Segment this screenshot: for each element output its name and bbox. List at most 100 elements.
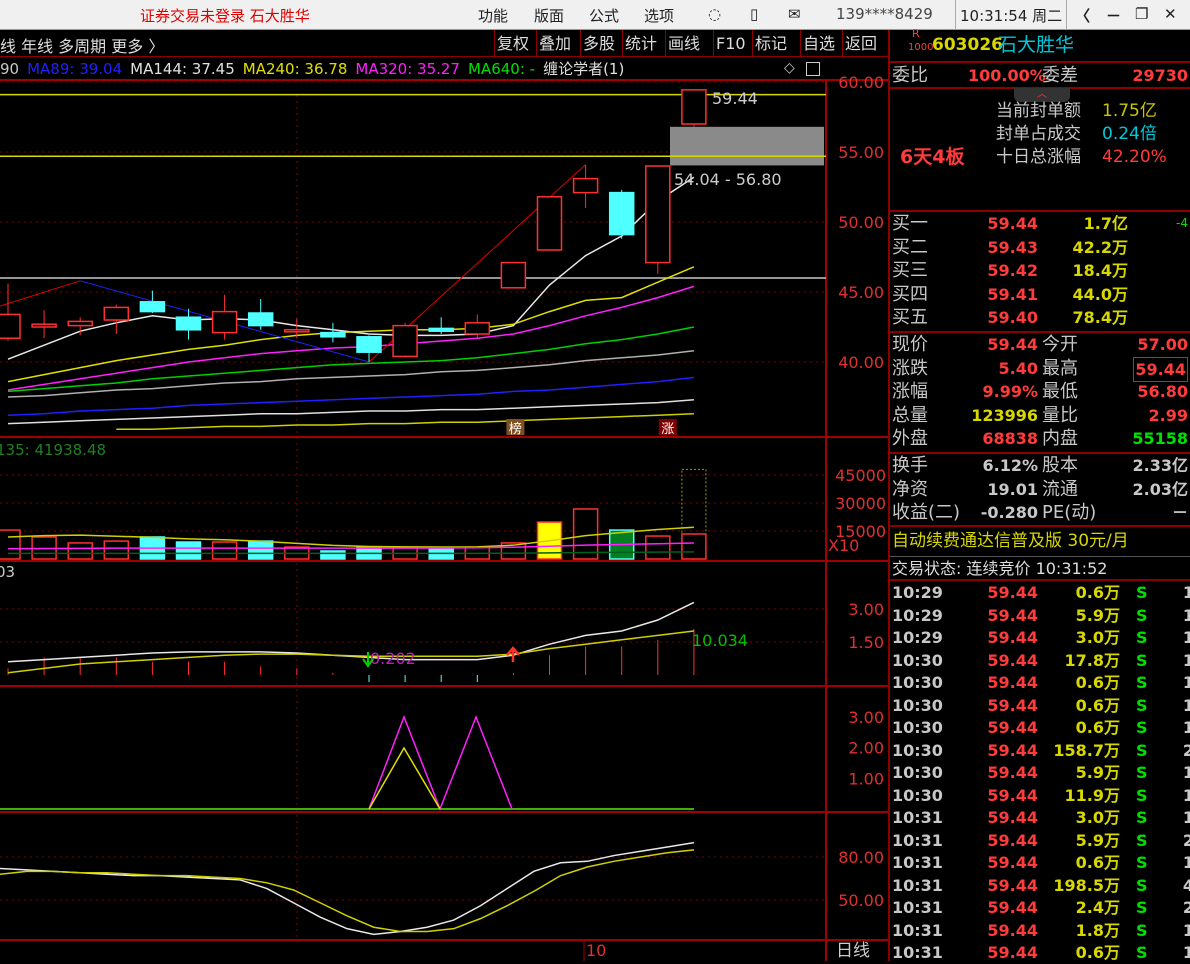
macd-dea-line [7,630,694,674]
candle-body[interactable] [284,329,310,333]
stat-row: 现价 59.44 今开 57.00 [890,333,1190,356]
stat-value: 59.44 [987,335,1038,354]
trade-row: 10:30 59.44 5.9万 S 1 [890,761,1190,784]
trade-time: 10:31 [892,853,943,872]
indicator-tick: 1.00 [848,769,884,788]
trade-time: 10:29 [892,628,943,647]
macd-tick: 3.00 [848,600,884,619]
trade-time: 10:30 [892,785,943,805]
candle-body[interactable] [500,261,527,289]
trade-price: 59.44 [987,785,1038,805]
trade-volume: 1.8万 [1075,920,1120,940]
stat-label: 量比 [1042,404,1078,426]
indicator-signal-line [368,746,441,810]
bid-row[interactable]: 买二 59.43 42.2万 [890,236,1190,259]
kline-chart[interactable]: 60.00 55.00 50.00 45.00 40.00 59.44 54.04 - 56… [0,0,888,961]
trade-price: 59.44 [987,650,1038,670]
candle-body[interactable] [536,196,563,251]
trade-side: S [1136,920,1148,940]
trade-price: 59.44 [987,830,1038,850]
bid-label: 买一 [892,213,928,234]
kdj-tick: 50.00 [838,891,884,910]
price-tick: 60.00 [838,73,884,92]
fundamental-row: 收益(二) -0.280 PE(动) － [890,501,1190,524]
bid-row[interactable]: 买三 59.42 18.4万 [890,259,1190,282]
volume-bar[interactable] [645,535,671,560]
trade-price: 59.44 [987,673,1038,692]
stat-value: 5.40 [998,358,1038,378]
bid-row[interactable]: 买四 59.41 44.0万 [890,283,1190,306]
kdj-tick: 80.00 [838,848,884,867]
trade-side: S [1136,830,1148,850]
trade-count: 1 [1182,718,1190,737]
trade-side: S [1136,875,1148,895]
fund-label: 股本 [1042,455,1078,476]
candle-body[interactable] [175,316,202,331]
stat-value: 57.00 [1137,335,1188,354]
volume-bar[interactable] [0,529,21,560]
candle-body[interactable] [681,89,707,125]
volume-bar[interactable] [320,550,346,560]
stat-value: 9.99% [982,382,1038,401]
candle-body[interactable] [103,306,130,321]
candle-body[interactable] [247,312,274,327]
period-label[interactable]: 日线 [836,941,870,961]
restore-button[interactable]: ❐ [1135,5,1148,23]
candle-body[interactable] [211,310,238,334]
trade-count: 1 [1182,650,1190,670]
candle-body[interactable] [392,324,418,358]
macd-label: 03 [0,563,15,581]
trade-price: 59.44 [987,718,1038,737]
candle-body[interactable] [31,323,57,328]
seal-info-row: 十日总涨幅 42.20% [890,146,1190,169]
volume-bar[interactable] [247,540,274,560]
fund-label: PE(动) [1042,502,1097,523]
stat-label: 内盘 [1042,428,1078,449]
candle-body[interactable] [645,165,671,264]
trade-side: S [1136,650,1148,670]
seal-info-label: 封单占成交 [996,124,1081,144]
close-button[interactable]: ✕ [1164,5,1177,23]
bid-row[interactable]: 买一 59.44 1.7亿 -4 [890,212,1190,235]
candle-body[interactable] [356,336,382,353]
stat-row: 总量 123996 量比 2.99 [890,404,1190,427]
trade-row: 10:29 59.44 5.9万 S 1 [890,604,1190,627]
bid-row[interactable]: 买五 59.40 78.4万 [890,306,1190,329]
volume-bar[interactable] [572,508,599,560]
macd-low-value: 0.202 [370,649,416,668]
bid-label: 买三 [892,260,928,281]
indicator-tick: 2.00 [848,739,884,758]
candle-body[interactable] [572,177,599,194]
candle-body[interactable] [428,327,454,332]
candle-body[interactable] [139,301,166,313]
trade-row: 10:30 59.44 0.6万 S 1 [890,694,1190,717]
candle-body[interactable] [464,322,491,335]
trade-time: 10:30 [892,740,943,760]
minimize-button[interactable]: － [1106,5,1121,26]
candle-body[interactable] [67,320,93,327]
trade-count: 1 [1182,695,1190,715]
kdj-d-line [0,849,695,933]
volume-bar[interactable] [103,540,130,560]
stat-label: 涨跌 [892,357,928,379]
volume-bar[interactable] [67,542,93,560]
price-tick: 50.00 [838,213,884,232]
trade-row: 10:31 59.44 2.4万 S 2 [890,896,1190,919]
seal-info-row: 封单占成交 0.24倍 [890,123,1190,146]
volume-bar[interactable] [175,541,202,560]
candle-body[interactable] [608,191,635,236]
indicator-tick: 3.00 [848,708,884,727]
stat-value: 68838 [982,429,1038,448]
subscription-ad[interactable]: 自动续费通达信普及版 30元/月 [892,527,1190,555]
candle-body[interactable] [0,313,21,339]
stat-value: 55158 [1132,429,1188,448]
macd-high-value: 10.034 [692,631,748,650]
volume-bar[interactable] [681,533,707,560]
trade-row: 10:29 59.44 3.0万 S 1 [890,626,1190,649]
trade-volume: 158.7万 [1053,740,1120,760]
bid-change: -4 [1176,216,1188,230]
back-button[interactable]: 〈 [1075,5,1090,26]
candle-body[interactable] [320,331,346,338]
volume-bar[interactable] [211,541,238,560]
trade-volume: 17.8万 [1064,650,1120,670]
